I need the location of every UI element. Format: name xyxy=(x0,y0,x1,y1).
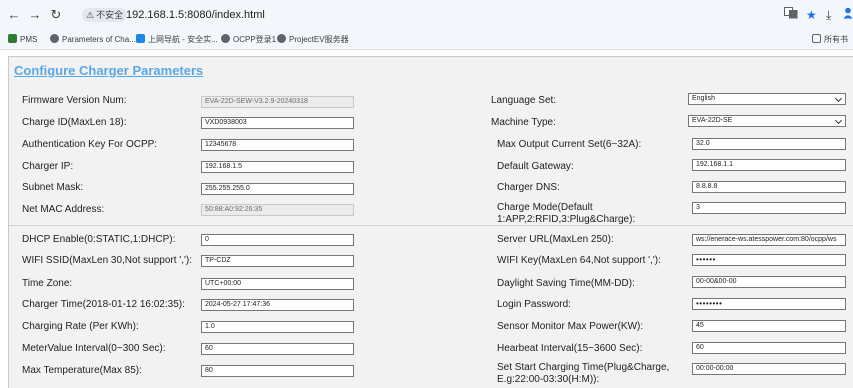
gateway-field[interactable]: 192.168.1.1 xyxy=(692,159,846,171)
max-current-field[interactable]: 32.0 xyxy=(692,138,846,150)
reload-icon[interactable]: ↻ xyxy=(48,7,64,23)
charger-time-field[interactable]: 2024-05-27 17:47:36 xyxy=(201,299,354,311)
dhcp-field[interactable]: 0 xyxy=(201,234,354,246)
config-panel xyxy=(8,56,853,388)
dns-field[interactable]: 8.8.8.8 xyxy=(692,181,846,193)
page-content: Configure Charger Parameters Firmware Ve… xyxy=(0,50,853,388)
login-password-label: Login Password: xyxy=(497,299,571,310)
language-select[interactable]: English xyxy=(688,93,846,105)
dns-label: Charger DNS: xyxy=(497,182,560,193)
address-bar[interactable]: ⚠ 不安全 192.168.1.5:8080/index.html xyxy=(80,5,780,25)
dst-field[interactable]: 00-00&00-00 xyxy=(692,276,846,288)
bookmark-parameters[interactable]: Parameters of Cha... xyxy=(50,33,136,47)
bookmark-label: OCPP登录1 xyxy=(233,35,277,44)
shield-icon xyxy=(136,34,145,43)
ssid-field[interactable]: TP-CDZ xyxy=(201,255,354,267)
charge-id-field[interactable]: VXD0938003 xyxy=(201,117,354,129)
machine-type-label: Machine Type: xyxy=(491,117,556,128)
charger-ip-label: Charger IP: xyxy=(22,161,74,172)
all-bookmarks[interactable]: 所有书 xyxy=(812,33,848,47)
spreadsheet-icon xyxy=(8,34,17,43)
start-time-field[interactable]: 00:00-00:00 xyxy=(692,363,846,375)
start-time-label: Set Start Charging Time(Plug&Charge, E.g… xyxy=(497,362,670,385)
max-temp-label: Max Temperature(Max 85): xyxy=(22,365,142,376)
charger-ip-field[interactable]: 192.168.1.5 xyxy=(201,161,354,173)
firmware-label: Firmware Version Num: xyxy=(22,95,127,106)
url-text[interactable]: 192.168.1.5:8080/index.html xyxy=(126,8,265,22)
server-url-field[interactable]: ws://enerace-ws.atesspower.com:80/ocpp/w… xyxy=(692,234,846,246)
firmware-field: EVA-22D-SEW-V3.2.9-20240318 xyxy=(201,96,354,108)
dhcp-label: DHCP Enable(0:STATIC,1:DHCP): xyxy=(22,234,176,245)
dst-label: Daylight Saving Time(MM-DD): xyxy=(497,278,635,289)
sensor-power-label: Sensor Monitor Max Power(KW): xyxy=(497,321,644,332)
download-icon[interactable]: ⤓ xyxy=(826,7,831,23)
wifi-key-field[interactable]: •••••• xyxy=(692,254,846,266)
warning-icon: ⚠ xyxy=(86,10,95,20)
subnet-field[interactable]: 255.255.255.0 xyxy=(201,183,354,195)
sensor-power-field[interactable]: 45 xyxy=(692,320,846,332)
translate-icon[interactable] xyxy=(784,7,798,23)
bookmarks-bar: PMS Parameters of Cha... 上网导航 - 安全实... O… xyxy=(0,30,853,50)
folder-icon xyxy=(812,34,821,43)
meter-interval-field[interactable]: 60 xyxy=(201,343,354,355)
mac-label: Net MAC Address: xyxy=(22,204,105,215)
browser-toolbar: ← → ↻ ⚠ 不安全 192.168.1.5:8080/index.html ★… xyxy=(0,0,853,30)
rate-field[interactable]: 1.0 xyxy=(201,321,354,333)
security-label: 不安全 xyxy=(96,10,124,20)
heartbeat-field[interactable]: 60 xyxy=(692,342,846,354)
profile-icon[interactable] xyxy=(843,7,853,23)
security-chip[interactable]: ⚠ 不安全 xyxy=(82,8,128,22)
globe-icon xyxy=(277,34,286,43)
meter-interval-label: MeterValue Interval(0~300 Sec): xyxy=(22,343,166,354)
all-bookmarks-label: 所有书 xyxy=(824,35,848,44)
mac-field: 50:88:A0:92:26:35 xyxy=(201,204,354,216)
bookmark-pms[interactable]: PMS xyxy=(8,33,37,47)
login-password-field[interactable]: •••••••• xyxy=(692,298,846,310)
auth-key-field[interactable]: 12345678 xyxy=(201,139,354,151)
bookmark-nav[interactable]: 上网导航 - 安全实... xyxy=(136,33,218,47)
globe-icon xyxy=(221,34,230,43)
ssid-label: WIFI SSID(MaxLen 30,Not support ','): xyxy=(22,255,192,266)
forward-arrow-icon[interactable]: → xyxy=(27,7,43,23)
max-current-label: Max Output Current Set(6~32A): xyxy=(497,139,642,150)
max-temp-field[interactable]: 80 xyxy=(201,365,354,377)
bookmark-label: Parameters of Cha... xyxy=(62,35,136,44)
heartbeat-label: Hearbeat Interval(15~3600 Sec): xyxy=(497,343,643,354)
bookmark-label: ProjectEV服务器 xyxy=(289,35,349,44)
gateway-label: Default Gateway: xyxy=(497,161,574,172)
timezone-field[interactable]: UTC+00:00 xyxy=(201,278,354,290)
server-url-label: Server URL(MaxLen 250): xyxy=(497,234,614,245)
language-label: Language Set: xyxy=(491,95,557,106)
auth-key-label: Authentication Key For OCPP: xyxy=(22,139,158,150)
bookmark-projectev[interactable]: ProjectEV服务器 xyxy=(277,33,349,47)
charge-mode-field[interactable]: 3 xyxy=(692,202,846,214)
charge-id-label: Charge ID(MaxLen 18): xyxy=(22,117,127,128)
machine-type-select[interactable]: EVA-22D-SE xyxy=(688,115,846,127)
bookmark-label: PMS xyxy=(20,35,38,44)
bookmark-ocpp[interactable]: OCPP登录1 xyxy=(221,33,276,47)
section-divider xyxy=(8,225,853,226)
rate-label: Charging Rate (Per KWh): xyxy=(22,321,139,332)
subnet-label: Subnet Mask: xyxy=(22,182,84,193)
wifi-key-label: WIFI Key(MaxLen 64,Not support ','): xyxy=(497,255,661,266)
back-arrow-icon[interactable]: ← xyxy=(6,7,22,23)
page-title[interactable]: Configure Charger Parameters xyxy=(14,63,203,78)
charger-time-label: Charger Time(2018-01-12 16:02:35): xyxy=(22,299,185,310)
globe-icon xyxy=(50,34,59,43)
bookmark-star-icon[interactable]: ★ xyxy=(806,7,817,23)
timezone-label: Time Zone: xyxy=(22,278,73,289)
bookmark-label: 上网导航 - 安全实... xyxy=(148,35,218,44)
charge-mode-label: Charge Mode(Default 1:APP,2:RFID,3:Plug&… xyxy=(497,202,636,225)
